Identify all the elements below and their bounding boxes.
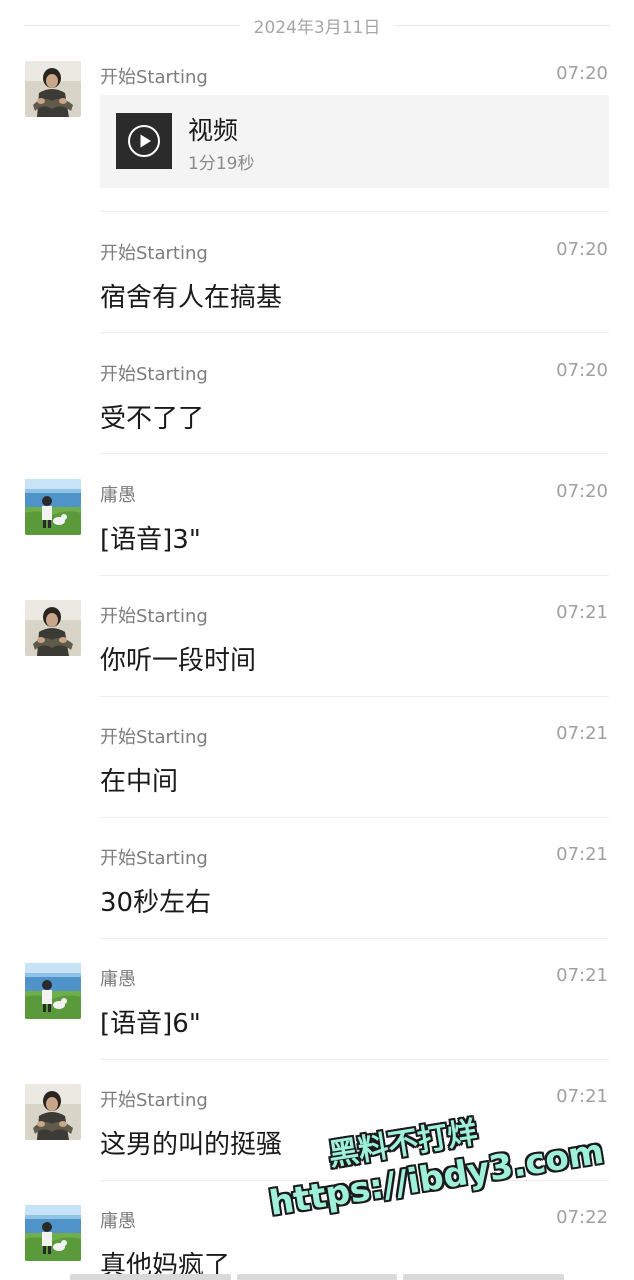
message-time: 07:20 <box>556 481 608 502</box>
message-time: 07:22 <box>556 1207 608 1228</box>
message-item[interactable]: 开始Starting 07:20 视频 1分19秒 <box>0 61 634 212</box>
avatar-yongyu[interactable] <box>25 479 81 535</box>
video-message-card[interactable]: 视频 1分19秒 <box>100 95 609 188</box>
avatar-starting[interactable] <box>25 61 81 117</box>
message-text: 在中间 <box>100 767 179 797</box>
message-sender: 开始Starting <box>100 364 208 385</box>
message-sender: 开始Starting <box>100 67 208 88</box>
message-divider <box>100 453 609 454</box>
avatar-starting[interactable] <box>25 600 81 656</box>
message-time: 07:21 <box>556 602 608 623</box>
avatar-yongyu[interactable] <box>25 963 81 1019</box>
message-sender: 庸愚 <box>100 1211 136 1232</box>
avatar-starting-image <box>25 1084 81 1140</box>
bottom-toolbar-edge <box>70 1274 565 1280</box>
bottom-toolbar-segment <box>70 1274 231 1280</box>
message-text: 你听一段时间 <box>100 646 257 676</box>
message-sender: 开始Starting <box>100 727 208 748</box>
date-separator-line-left <box>24 24 240 26</box>
message-time: 07:20 <box>556 360 608 381</box>
message-item[interactable]: 庸愚 07:20 [语音]3" <box>0 479 634 576</box>
message-text: [语音]3" <box>100 525 201 555</box>
message-divider <box>100 575 609 576</box>
message-sender: 庸愚 <box>100 485 136 506</box>
message-item[interactable]: 开始Starting 07:20 受不了了 <box>0 358 634 454</box>
message-text: 受不了了 <box>100 404 205 434</box>
avatar-yongyu-image <box>25 1205 81 1261</box>
message-time: 07:20 <box>556 239 608 260</box>
message-item[interactable]: 开始Starting 07:21 你听一段时间 <box>0 600 634 697</box>
message-divider <box>100 817 609 818</box>
message-divider <box>100 696 609 697</box>
avatar-yongyu[interactable] <box>25 1205 81 1261</box>
date-separator-line-right <box>394 24 610 26</box>
message-time: 07:20 <box>556 63 608 84</box>
message-text: [语音]6" <box>100 1009 201 1039</box>
date-separator: 2024年3月11日 <box>24 12 610 38</box>
date-separator-text: 2024年3月11日 <box>253 17 381 38</box>
message-item[interactable]: 开始Starting 07:21 30秒左右 <box>0 842 634 939</box>
message-text: 这男的叫的挺骚 <box>100 1130 283 1160</box>
bottom-toolbar-segment <box>236 1274 398 1280</box>
chat-history-screen: 2024年3月11日 开始Starting 07:20 视频 1分19秒 开始S… <box>0 0 634 1280</box>
message-sender: 开始Starting <box>100 1090 208 1111</box>
message-divider <box>100 1059 609 1060</box>
video-duration: 1分19秒 <box>188 154 255 174</box>
avatar-starting-image <box>25 600 81 656</box>
message-item[interactable]: 开始Starting 07:20 宿舍有人在搞基 <box>0 237 634 333</box>
video-title: 视频 <box>188 116 239 145</box>
message-text: 30秒左右 <box>100 888 212 918</box>
play-circle-icon <box>128 125 160 157</box>
message-time: 07:21 <box>556 965 608 986</box>
avatar-yongyu-image <box>25 479 81 535</box>
message-divider <box>100 211 609 212</box>
video-thumbnail[interactable] <box>116 113 172 169</box>
message-time: 07:21 <box>556 844 608 865</box>
message-divider <box>100 332 609 333</box>
message-time: 07:21 <box>556 723 608 744</box>
message-divider <box>100 938 609 939</box>
avatar-starting[interactable] <box>25 1084 81 1140</box>
message-item[interactable]: 开始Starting 07:21 在中间 <box>0 721 634 818</box>
bottom-toolbar-segment <box>403 1274 565 1280</box>
message-sender: 开始Starting <box>100 243 208 264</box>
avatar-yongyu-image <box>25 963 81 1019</box>
message-sender: 开始Starting <box>100 606 208 627</box>
message-sender: 开始Starting <box>100 848 208 869</box>
message-item[interactable]: 庸愚 07:21 [语音]6" <box>0 963 634 1060</box>
message-text: 宿舍有人在搞基 <box>100 283 283 313</box>
message-sender: 庸愚 <box>100 969 136 990</box>
avatar-starting-image <box>25 61 81 117</box>
